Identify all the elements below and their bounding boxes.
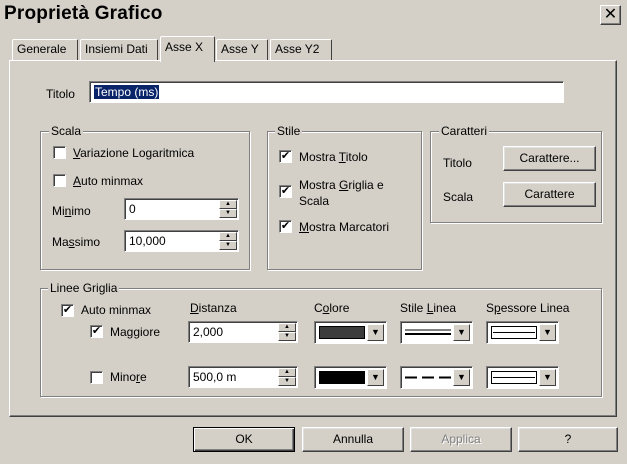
- checkmark-icon: ✔: [280, 220, 291, 232]
- caratteri-titolo-label: Titolo: [443, 156, 472, 170]
- color-swatch: [319, 371, 365, 384]
- minore-spessore-linea-combo[interactable]: ▼: [486, 366, 559, 389]
- variazione-logaritmica-label: Variazione Logaritmica: [73, 146, 195, 160]
- close-button[interactable]: ✕: [600, 5, 621, 25]
- chevron-down-icon[interactable]: ▼: [453, 324, 470, 341]
- tab-label: Generale: [17, 42, 67, 56]
- spin-up-icon[interactable]: ▲: [219, 200, 237, 209]
- thin-line-icon: [491, 326, 537, 339]
- maggiore-spessore-linea-combo[interactable]: ▼: [486, 321, 559, 344]
- distanza-header: Distanza: [190, 301, 237, 315]
- griglia-auto-minmax-checkbox[interactable]: ✔: [61, 304, 74, 317]
- solid-line-style-icon: [405, 329, 451, 335]
- minimo-label: Minimo: [52, 204, 91, 218]
- annulla-button[interactable]: Annulla: [302, 427, 404, 452]
- close-icon: ✕: [603, 6, 618, 23]
- spin-up-icon[interactable]: ▲: [278, 323, 296, 332]
- scala-group-label: Scala: [49, 124, 84, 138]
- maggiore-checkbox[interactable]: ✔: [90, 325, 103, 338]
- mostra-titolo-label: Mostra Titolo: [299, 150, 368, 164]
- ok-button[interactable]: OK: [193, 427, 295, 452]
- tab-label: Asse Y: [221, 42, 259, 56]
- caratteri-scala-label: Scala: [443, 190, 474, 204]
- chevron-down-icon[interactable]: ▼: [367, 324, 384, 341]
- minore-colore-combo[interactable]: ▼: [314, 366, 387, 389]
- linee-griglia-group-label: Linee Griglia: [48, 281, 120, 295]
- maggiore-colore-combo[interactable]: ▼: [314, 321, 387, 344]
- mostra-griglia-checkbox[interactable]: ✔: [279, 185, 292, 198]
- maggiore-distanza-spinbox[interactable]: 2,000 ▲ ▼: [188, 321, 298, 343]
- tab-asse-x[interactable]: Asse X: [160, 36, 215, 62]
- color-swatch: [319, 326, 365, 339]
- spessore-linea-header: Spessore Linea: [486, 301, 570, 315]
- variazione-logaritmica-checkbox[interactable]: [53, 146, 66, 159]
- tab-insiemi-dati[interactable]: Insiemi Dati: [80, 39, 158, 61]
- chevron-down-icon[interactable]: ▼: [539, 369, 556, 386]
- auto-minmax-label: Auto minmax: [73, 174, 144, 188]
- mostra-griglia-label: Mostra Griglia e: [299, 178, 384, 192]
- help-button[interactable]: ?: [518, 427, 618, 452]
- checkmark-icon: ✔: [280, 150, 291, 162]
- mostra-griglia-label-line2: Scala: [299, 194, 330, 208]
- dashed-line-style-icon: [405, 376, 451, 379]
- stile-group-label: Stile: [275, 124, 303, 138]
- stile-linea-header: Stile Linea: [400, 301, 457, 315]
- spin-down-icon[interactable]: ▼: [278, 377, 296, 386]
- spin-down-icon[interactable]: ▼: [219, 241, 237, 250]
- tab-label: Asse X: [165, 40, 204, 54]
- tab-asse-y[interactable]: Asse Y: [216, 39, 268, 61]
- mostra-marcatori-checkbox[interactable]: ✔: [279, 220, 292, 233]
- spin-down-icon[interactable]: ▼: [278, 332, 296, 341]
- maggiore-stile-linea-combo[interactable]: ▼: [400, 321, 473, 344]
- checkmark-icon: ✔: [62, 304, 73, 316]
- window-title: Proprietà Grafico: [4, 3, 163, 24]
- minore-label: Minore: [110, 370, 147, 384]
- carattere-titolo-button[interactable]: Carattere...: [503, 146, 596, 171]
- tab-label: Asse Y2: [275, 42, 320, 56]
- minore-checkbox[interactable]: [90, 371, 103, 384]
- checkmark-icon: ✔: [91, 325, 102, 337]
- titolo-value: Tempo (ms): [94, 85, 160, 99]
- checkmark-icon: ✔: [280, 185, 291, 197]
- caratteri-group-label: Caratteri: [439, 124, 490, 138]
- titolo-label: Titolo: [46, 87, 75, 101]
- chevron-down-icon[interactable]: ▼: [367, 369, 384, 386]
- thin-line-icon: [491, 371, 537, 384]
- tab-asse-y2[interactable]: Asse Y2: [270, 39, 332, 61]
- titolo-input[interactable]: Tempo (ms): [89, 81, 564, 103]
- griglia-auto-minmax-label: Auto minmax: [81, 303, 152, 317]
- minore-stile-linea-combo[interactable]: ▼: [400, 366, 473, 389]
- massimo-spinbox[interactable]: 10,000 ▲ ▼: [124, 230, 239, 252]
- massimo-label: Massimo: [52, 235, 101, 249]
- spin-up-icon[interactable]: ▲: [278, 368, 296, 377]
- chevron-down-icon[interactable]: ▼: [539, 324, 556, 341]
- colore-header: Colore: [314, 301, 350, 315]
- spin-up-icon[interactable]: ▲: [219, 232, 237, 241]
- applica-button[interactable]: Applica: [410, 427, 512, 452]
- minimo-spinbox[interactable]: 0 ▲ ▼: [124, 198, 239, 220]
- spin-down-icon[interactable]: ▼: [219, 209, 237, 218]
- tab-label: Insiemi Dati: [85, 42, 148, 56]
- chevron-down-icon[interactable]: ▼: [453, 369, 470, 386]
- auto-minmax-checkbox[interactable]: [53, 174, 66, 187]
- title-bar: Proprietà Grafico ✕: [0, 0, 627, 30]
- caratteri-group: [430, 131, 602, 223]
- tab-generale[interactable]: Generale: [12, 39, 78, 61]
- maggiore-label: Maggiore: [110, 325, 161, 339]
- minore-distanza-spinbox[interactable]: 500,0 m ▲ ▼: [188, 366, 298, 388]
- carattere-scala-button[interactable]: Carattere: [503, 182, 596, 207]
- mostra-titolo-checkbox[interactable]: ✔: [279, 150, 292, 163]
- mostra-marcatori-label: Mostra Marcatori: [299, 220, 390, 234]
